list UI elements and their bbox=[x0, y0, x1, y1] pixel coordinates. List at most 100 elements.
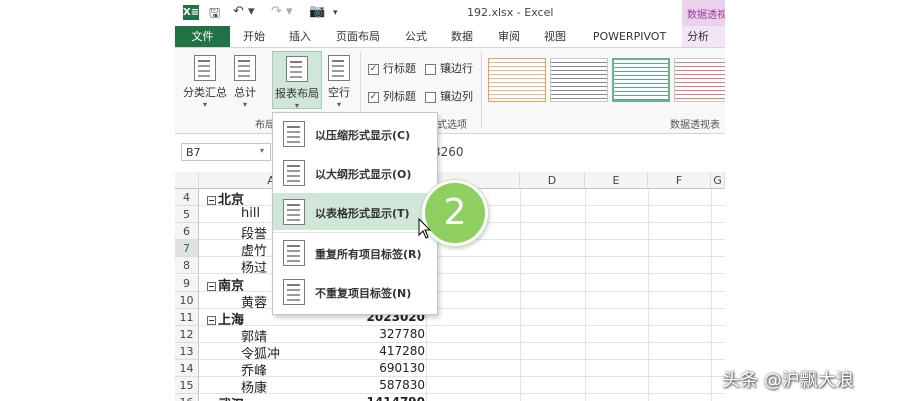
menu-item-label: 不重复项目标签(N) bbox=[315, 287, 412, 300]
subtotals-button[interactable]: 分类汇总 ▾ bbox=[179, 55, 231, 109]
blank-rows-label: 空行 bbox=[328, 86, 350, 99]
pivot-value-cell[interactable]: 327780 bbox=[345, 327, 425, 341]
menu-item-label: 以表格形式显示(T) bbox=[315, 207, 410, 220]
pivot-style-gallery bbox=[486, 55, 725, 105]
chevron-down-icon: ▾ bbox=[202, 100, 207, 109]
row-header[interactable]: 7 bbox=[175, 240, 199, 257]
redo-icon[interactable]: ↷ ▾ bbox=[271, 4, 293, 19]
tab-file[interactable]: 文件 bbox=[175, 26, 230, 47]
undo-icon[interactable]: ↶ ▾ bbox=[233, 4, 255, 19]
col-headers-option[interactable]: ✓ 列标题 bbox=[368, 88, 416, 104]
row-headers-label: 行标题 bbox=[383, 62, 416, 75]
chevron-down-icon: ▾ bbox=[294, 101, 299, 110]
outline-form-icon bbox=[283, 160, 305, 186]
row-header[interactable]: 12 bbox=[175, 326, 199, 343]
collapse-icon[interactable]: − bbox=[207, 316, 216, 325]
menu-item-compact-form[interactable]: 以压缩形式显示(C) bbox=[273, 115, 437, 152]
pivot-value-cell[interactable]: 587830 bbox=[345, 378, 425, 392]
mouse-cursor-icon bbox=[418, 218, 432, 239]
pivot-tools-context-header: 数据透视 bbox=[682, 0, 725, 26]
tab-formulas[interactable]: 公式 bbox=[399, 26, 433, 47]
gridline bbox=[585, 189, 586, 401]
menu-item-label: 重复所有项目标签(R) bbox=[315, 248, 422, 261]
subtotals-icon bbox=[194, 55, 216, 81]
row-headers-option[interactable]: ✓ 行标题 bbox=[368, 60, 416, 76]
row-header[interactable]: 4 bbox=[175, 189, 199, 206]
row-header[interactable]: 16 bbox=[175, 394, 199, 401]
style-swatch-red[interactable] bbox=[674, 58, 725, 102]
row-header[interactable]: 11 bbox=[175, 309, 199, 326]
menu-item-label: 以大纲形式显示(O) bbox=[315, 168, 412, 181]
title-bar bbox=[175, 0, 725, 26]
banded-cols-option[interactable]: 镶边列 bbox=[425, 88, 473, 104]
row-header[interactable]: 6 bbox=[175, 223, 199, 240]
repeat-labels-icon bbox=[283, 240, 305, 266]
checkbox-col-headers[interactable]: ✓ bbox=[368, 91, 379, 103]
column-header-f[interactable]: F bbox=[648, 172, 711, 189]
report-layout-icon bbox=[286, 56, 308, 82]
tab-page-layout[interactable]: 页面布局 bbox=[330, 26, 386, 47]
row-header[interactable]: 15 bbox=[175, 377, 199, 394]
tab-analyze[interactable]: 分析 bbox=[682, 26, 725, 47]
row-header[interactable]: 9 bbox=[175, 275, 199, 292]
row-header[interactable]: 13 bbox=[175, 343, 199, 360]
row-header[interactable]: 14 bbox=[175, 360, 199, 377]
style-swatch-gray[interactable] bbox=[550, 58, 608, 102]
gridline bbox=[199, 376, 725, 377]
checkbox-banded-cols[interactable] bbox=[425, 91, 436, 103]
compact-form-icon bbox=[283, 121, 305, 147]
pivot-value-cell[interactable]: 1414790 bbox=[345, 395, 425, 401]
row-header[interactable]: 8 bbox=[175, 257, 199, 274]
chevron-down-icon: ▾ bbox=[336, 100, 341, 109]
chevron-down-icon[interactable]: ▾ bbox=[260, 146, 264, 155]
name-box[interactable]: B7 bbox=[181, 143, 271, 161]
menu-item-outline-form[interactable]: 以大纲形式显示(O) bbox=[273, 154, 437, 191]
report-layout-button[interactable]: 报表布局 ▾ bbox=[272, 51, 322, 110]
blank-rows-icon bbox=[328, 55, 350, 81]
cell-text: hill bbox=[241, 206, 261, 221]
blank-rows-button[interactable]: 空行 ▾ bbox=[324, 55, 354, 109]
tab-view[interactable]: 视图 bbox=[538, 26, 572, 47]
pivot-group-cell[interactable]: −武汉 bbox=[207, 394, 244, 401]
save-icon[interactable]: 🖫 bbox=[209, 4, 220, 26]
row-header[interactable]: 5 bbox=[175, 206, 199, 223]
banded-rows-option[interactable]: 镶边行 bbox=[425, 60, 473, 76]
grand-totals-button[interactable]: 总计 ▾ bbox=[231, 55, 259, 109]
select-all-corner[interactable] bbox=[175, 172, 199, 189]
checkbox-banded-rows[interactable] bbox=[425, 63, 436, 75]
menu-item-tabular-form[interactable]: 以表格形式显示(T) bbox=[273, 193, 437, 230]
pivot-value-cell[interactable]: 690130 bbox=[345, 361, 425, 375]
menu-divider bbox=[273, 232, 437, 233]
column-header-g[interactable]: G bbox=[711, 172, 725, 189]
watermark-text: 头条 @沪飘大浪 bbox=[722, 370, 854, 391]
checkbox-row-headers[interactable]: ✓ bbox=[368, 63, 379, 75]
group-divider bbox=[481, 52, 482, 128]
tab-review[interactable]: 审阅 bbox=[492, 26, 526, 47]
style-swatch-blue[interactable] bbox=[612, 58, 670, 102]
customize-qat-icon[interactable]: ▾ bbox=[333, 8, 338, 18]
gridline bbox=[199, 393, 725, 394]
gridline bbox=[648, 189, 649, 401]
row-header[interactable]: 10 bbox=[175, 292, 199, 309]
pivot-value-cell[interactable]: 417280 bbox=[345, 344, 425, 358]
collapse-icon[interactable]: − bbox=[207, 196, 216, 205]
style-swatch-orange[interactable] bbox=[488, 58, 546, 102]
column-header-e[interactable]: E bbox=[585, 172, 648, 189]
subtotals-label: 分类汇总 bbox=[183, 86, 227, 99]
tab-data[interactable]: 数据 bbox=[445, 26, 479, 47]
column-header-d[interactable]: D bbox=[520, 172, 585, 189]
pivot-item-cell[interactable]: hill bbox=[241, 206, 260, 221]
gridline bbox=[199, 359, 725, 360]
collapse-icon[interactable]: − bbox=[207, 282, 216, 291]
gridline bbox=[711, 189, 712, 401]
menu-item-label: 以压缩形式显示(C) bbox=[315, 129, 411, 142]
tab-home[interactable]: 开始 bbox=[237, 26, 271, 47]
tab-powerpivot[interactable]: POWERPIVOT bbox=[587, 26, 672, 47]
menu-item-repeat-labels[interactable]: 重复所有项目标签(R) bbox=[273, 234, 437, 271]
menu-item-no-repeat-labels[interactable]: 不重复项目标签(N) bbox=[273, 273, 437, 310]
camera-icon[interactable]: 📷 bbox=[309, 4, 325, 19]
tab-insert[interactable]: 插入 bbox=[283, 26, 317, 47]
style-options-group-label: 式选项 bbox=[437, 120, 467, 131]
banded-cols-label: 镶边列 bbox=[440, 90, 473, 103]
no-repeat-labels-icon bbox=[283, 279, 305, 305]
